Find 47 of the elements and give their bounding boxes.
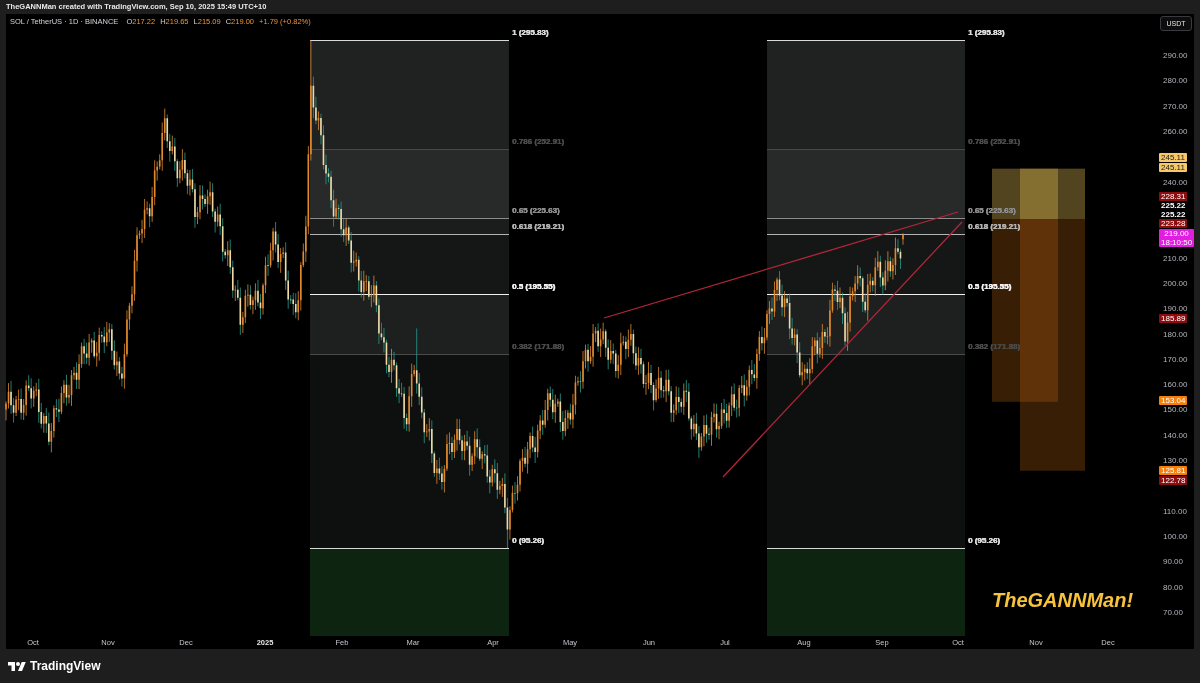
fib-level-label: 0.65 (225.63) <box>512 206 560 216</box>
fib-level-label: 0.786 (252.91) <box>512 137 565 147</box>
price-tag: 225.22 <box>1159 201 1188 210</box>
fib-level-label: 0.5 (195.55) <box>968 282 1012 292</box>
price-tag: 125.81 <box>1159 466 1188 475</box>
price-axis-label: 190.00 <box>1163 303 1188 313</box>
price-axis-label: 160.00 <box>1163 379 1188 389</box>
price-axis-label: 150.00 <box>1163 404 1188 414</box>
fib-level-label: 0.618 (219.21) <box>968 222 1021 232</box>
price-axis-label: 290.00 <box>1163 50 1188 60</box>
fib-level-label: 1 (295.83) <box>512 28 549 38</box>
fib-level-label: 0.618 (219.21) <box>512 222 565 232</box>
logo-icon <box>8 660 26 672</box>
fib-level-label: 0 (95.26) <box>968 536 1001 546</box>
fib-level-label: 0.786 (252.91) <box>968 137 1021 147</box>
price-tag: 245.11 <box>1159 152 1187 162</box>
price-axis-label: 280.00 <box>1163 75 1188 85</box>
fib-level-label: 0 (95.26) <box>512 536 545 546</box>
brand-name: TradingView <box>30 659 101 673</box>
price-axis-label: 240.00 <box>1163 177 1188 187</box>
price-tag: 185.89 <box>1159 313 1188 323</box>
price-tag: 223.28 <box>1159 219 1188 228</box>
price-axis-label: 180.00 <box>1163 329 1188 338</box>
fib-level-label: 1 (295.83) <box>968 28 1005 38</box>
price-axis-label: 260.00 <box>1163 126 1188 136</box>
price-tag: 225.22 <box>1159 210 1188 219</box>
fib-level-label: 0.5 (195.55) <box>512 282 556 292</box>
fib-level-label: 0.382 (171.88) <box>512 342 565 352</box>
fib-level-label: 0.382 (171.88) <box>968 342 1021 352</box>
price-tag: 219.00 18:10:50 <box>1159 228 1195 247</box>
price-tag: 245.11 <box>1159 162 1187 172</box>
price-axis-label: 110.00 <box>1163 506 1187 516</box>
price-axis-label: 70.00 <box>1163 607 1184 617</box>
price-axis-label: 80.00 <box>1163 582 1184 592</box>
profit-zone <box>1020 168 1085 219</box>
price-tag: 228.31 <box>1159 191 1188 201</box>
price-axis-label: 170.00 <box>1163 354 1188 364</box>
price-axis-label: 270.00 <box>1163 101 1188 111</box>
price-axis-label: 200.00 <box>1163 278 1188 288</box>
price-axis-label: 90.00 <box>1163 556 1184 566</box>
chart-annotation-text: TheGANNMan! <box>992 588 1134 612</box>
price-axis-label: 130.00 <box>1163 455 1188 465</box>
price-axis-label: 210.00 <box>1163 253 1188 263</box>
price-axis-label: 100.00 <box>1163 531 1188 541</box>
price-tag: 153.04 <box>1159 395 1188 405</box>
price-axis-label: 140.00 <box>1163 430 1188 440</box>
price-tag: 122.78 <box>1159 476 1188 485</box>
